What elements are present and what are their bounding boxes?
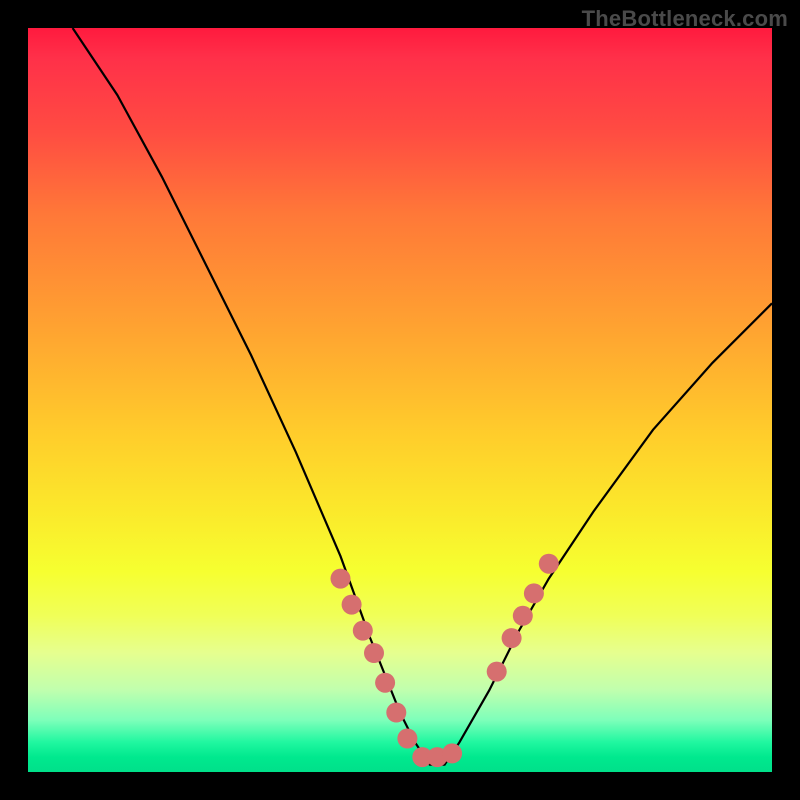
marker-group	[331, 554, 559, 767]
chart-svg	[28, 28, 772, 772]
bottleneck-curve	[73, 28, 772, 765]
data-marker	[364, 643, 384, 663]
data-marker	[502, 628, 522, 648]
watermark-text: TheBottleneck.com	[582, 6, 788, 32]
chart-frame: TheBottleneck.com	[0, 0, 800, 800]
data-marker	[487, 662, 507, 682]
data-marker	[386, 703, 406, 723]
data-marker	[342, 595, 362, 615]
data-marker	[513, 606, 533, 626]
data-marker	[397, 729, 417, 749]
data-marker	[353, 621, 373, 641]
data-marker	[375, 673, 395, 693]
data-marker	[524, 583, 544, 603]
plot-area	[28, 28, 772, 772]
data-marker	[442, 743, 462, 763]
data-marker	[331, 569, 351, 589]
data-marker	[539, 554, 559, 574]
